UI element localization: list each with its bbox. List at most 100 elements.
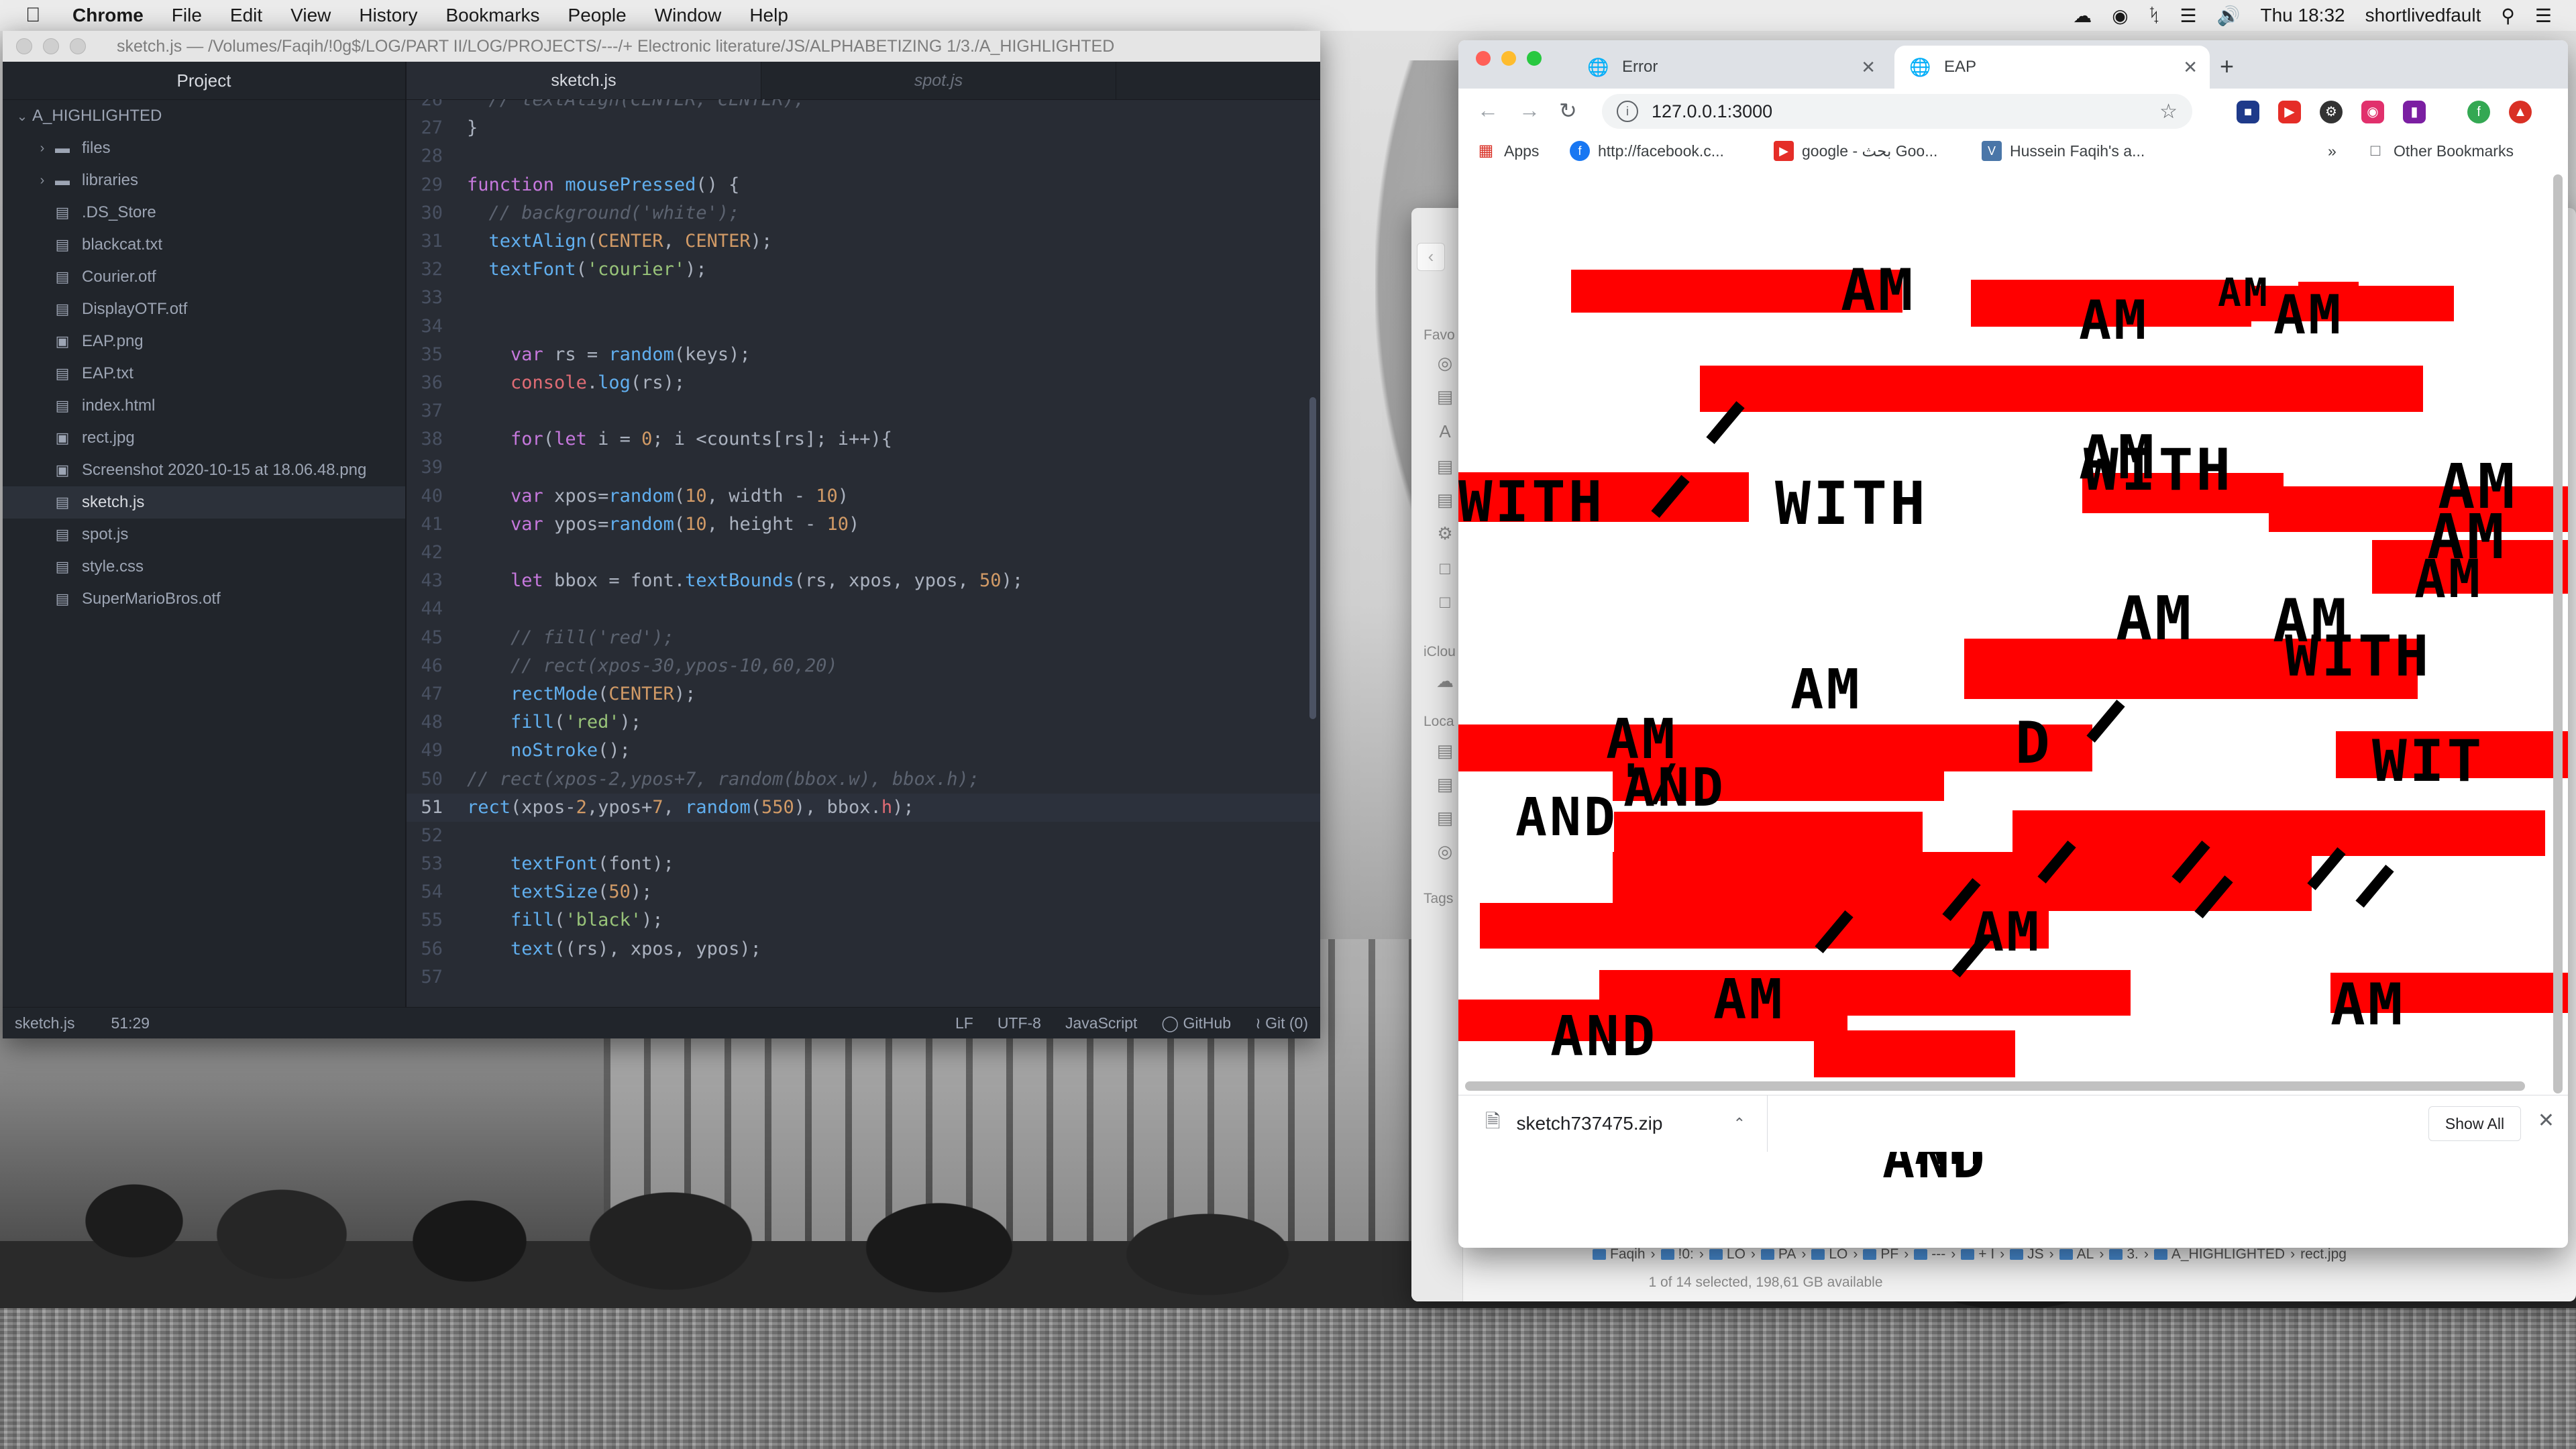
code-area[interactable]: 26 // textAlign(CENTER, CENTER); 27} 28 29 f… xyxy=(407,99,1320,1008)
apple-menu-icon[interactable]:  xyxy=(25,4,56,27)
status-encoding[interactable]: UTF-8 xyxy=(998,1014,1041,1032)
update-icon[interactable]: ▲ xyxy=(2509,101,2532,123)
atom-titlebar[interactable]: sketch.js — /Volumes/Faqih/!0g$/LOG/PART… xyxy=(3,31,1320,62)
address-bar[interactable]: i 127.0.0.1:3000 ☆ xyxy=(1602,94,2192,129)
forward-arrow-icon[interactable]: → xyxy=(1519,98,1540,123)
status-github[interactable]: ◯ GitHub xyxy=(1161,1014,1231,1032)
code-line[interactable]: 51 rect(xpos-2,ypos+7, random(550), bbox.… xyxy=(407,793,1320,822)
other-bookmarks-folder[interactable]: □ Other Bookmarks xyxy=(2365,134,2514,168)
code-line[interactable]: 41 var ypos=random(10, height - 10) xyxy=(407,511,1320,539)
tab-spot-js[interactable]: spot.js xyxy=(761,62,1116,99)
applications-icon[interactable]: A xyxy=(1434,421,1456,441)
window-close-button[interactable] xyxy=(16,38,32,54)
tree-item[interactable]: ▤ SuperMarioBros.otf xyxy=(3,583,405,615)
path-segment[interactable]: AL xyxy=(2059,1246,2094,1263)
code-line[interactable]: 40 var xpos=random(10, width - 10) xyxy=(407,482,1320,511)
code-line[interactable]: 30 // background('white'); xyxy=(407,199,1320,227)
window-zoom-button[interactable] xyxy=(70,38,86,54)
code-line[interactable]: 42 xyxy=(407,539,1320,567)
extension-icon[interactable]: ▮ xyxy=(2403,101,2426,123)
p5-canvas[interactable]: AMAMAMAMAMAMAMAMAMAMAMAMAMAMAMAMWITHWITH… xyxy=(1458,168,2568,1194)
menu-clock[interactable]: Thu 18:32 xyxy=(2261,5,2345,26)
bookmark-hussein[interactable]: V Hussein Faqih's a... xyxy=(1982,134,2145,168)
disk-icon[interactable]: ▤ xyxy=(1434,808,1456,828)
browser-tab-eap[interactable]: 🌐 EAP ✕ xyxy=(1894,46,2210,89)
menu-edit[interactable]: Edit xyxy=(230,5,262,26)
page-horizontal-scrollbar[interactable] xyxy=(1465,1081,2525,1091)
icloud-icon[interactable]: ☁ xyxy=(1434,671,1456,691)
bookmark-facebook[interactable]: f http://facebook.c... xyxy=(1570,134,1724,168)
code-line[interactable]: 26 // textAlign(CENTER, CENTER); xyxy=(407,99,1320,114)
path-segment[interactable]: --- xyxy=(1914,1246,1945,1263)
gear-icon[interactable]: ⚙ xyxy=(1434,523,1456,543)
chrome-tab-strip[interactable]: 🌐 Error ✕ 🌐 EAP ✕ + xyxy=(1458,40,2568,89)
more-bookmarks-button[interactable]: » xyxy=(2328,134,2337,168)
code-line[interactable]: 45 // fill('red'); xyxy=(407,624,1320,652)
path-segment[interactable]: 3. xyxy=(2109,1246,2139,1263)
code-line[interactable]: 55 fill('black'); xyxy=(407,906,1320,934)
code-line[interactable]: 48 fill('red'); xyxy=(407,708,1320,737)
code-line[interactable]: 28 xyxy=(407,142,1320,170)
code-line[interactable]: 56 text((rs), xpos, ypos); xyxy=(407,935,1320,963)
disk-icon[interactable]: ▤ xyxy=(1434,774,1456,794)
extension-icon[interactable]: ⚙ xyxy=(2320,101,2343,123)
wifi-icon[interactable]: ☰ xyxy=(2180,5,2197,27)
code-line[interactable]: 37 xyxy=(407,397,1320,425)
code-line[interactable]: 44 xyxy=(407,595,1320,623)
page-vertical-scrollbar[interactable] xyxy=(2553,174,2563,1093)
path-segment[interactable]: PF xyxy=(1863,1246,1898,1263)
path-segment[interactable]: + I xyxy=(1961,1246,1994,1263)
path-segment[interactable]: A_HIGHLIGHTED xyxy=(2154,1246,2285,1263)
tree-item[interactable]: ▣ rect.jpg xyxy=(3,422,405,454)
menu-bookmarks[interactable]: Bookmarks xyxy=(445,5,539,26)
tree-item[interactable]: ▤ Courier.otf xyxy=(3,261,405,293)
menu-view[interactable]: View xyxy=(290,5,331,26)
code-line[interactable]: 46 // rect(xpos-30,ypos-10,60,20) xyxy=(407,652,1320,680)
editor-scrollbar[interactable] xyxy=(1309,397,1316,719)
desktop-icon[interactable]: ▤ xyxy=(1434,456,1456,476)
creative-cloud-icon[interactable]: ☁ xyxy=(2073,5,2092,27)
code-line[interactable]: 52 xyxy=(407,822,1320,850)
tab-sketch-js[interactable]: sketch.js xyxy=(407,62,761,99)
code-line[interactable]: 54 textSize(50); xyxy=(407,878,1320,906)
back-arrow-icon[interactable]: ← xyxy=(1477,98,1499,123)
status-file-name[interactable]: sketch.js xyxy=(15,1014,74,1032)
close-downloads-icon[interactable]: ✕ xyxy=(2538,1109,2555,1132)
browser-tab-error[interactable]: 🌐 Error ✕ xyxy=(1572,46,1888,89)
code-line[interactable]: 29 function mousePressed() { xyxy=(407,171,1320,199)
instagram-icon[interactable]: ◉ xyxy=(2361,101,2384,123)
code-line[interactable]: 33 xyxy=(407,284,1320,312)
code-line[interactable]: 43 let bbox = font.textBounds(rs, xpos, … xyxy=(407,567,1320,595)
tree-item[interactable]: ▣ EAP.png xyxy=(3,325,405,358)
status-line-ending[interactable]: LF xyxy=(955,1014,973,1032)
download-item[interactable]: 🗎 sketch737475.zip ⌃ xyxy=(1485,1095,1768,1152)
menu-people[interactable]: People xyxy=(568,5,627,26)
drive-icon[interactable]: ▤ xyxy=(1434,386,1456,407)
tree-item[interactable]: ▤ DisplayOTF.otf xyxy=(3,293,405,325)
tree-item[interactable]: › ▬ files xyxy=(3,132,405,164)
network-icon[interactable]: ◎ xyxy=(1434,841,1456,861)
code-line[interactable]: 53 textFont(font); xyxy=(407,850,1320,878)
chevron-up-icon[interactable]: ⌃ xyxy=(1733,1115,1746,1132)
code-line[interactable]: 50 // rect(xpos-2,ypos+7, random(bbox.w),… xyxy=(407,765,1320,794)
window-zoom-button[interactable] xyxy=(1527,51,1542,66)
bookmark-google[interactable]: ▶ google - بحث Goo... xyxy=(1774,134,1937,168)
tree-item[interactable]: ▤ sketch.js xyxy=(3,486,405,519)
code-line[interactable]: 47 rectMode(CENTER); xyxy=(407,680,1320,708)
notification-center-icon[interactable]: ☰ xyxy=(2535,5,2552,27)
chevron-right-icon[interactable]: › xyxy=(32,173,52,189)
reload-icon[interactable]: ↻ xyxy=(1559,98,1577,123)
window-minimize-button[interactable] xyxy=(43,38,59,54)
folder-icon[interactable]: □ xyxy=(1434,558,1456,578)
path-segment[interactable]: LO xyxy=(1709,1246,1746,1263)
code-line[interactable]: 35 var rs = random(keys); xyxy=(407,341,1320,369)
tab-close-icon[interactable]: ✕ xyxy=(2183,57,2198,78)
menu-help[interactable]: Help xyxy=(749,5,788,26)
extension-icon[interactable]: ■ xyxy=(2237,101,2259,123)
site-info-icon[interactable]: i xyxy=(1617,101,1638,122)
youtube-extension-icon[interactable]: ▶ xyxy=(2278,101,2301,123)
tree-root-folder[interactable]: ⌄ A_HIGHLIGHTED xyxy=(3,100,405,132)
tab-close-icon[interactable]: ✕ xyxy=(1861,57,1876,78)
show-all-downloads-button[interactable]: Show All xyxy=(2428,1106,2521,1141)
tree-item[interactable]: ▤ style.css xyxy=(3,551,405,583)
